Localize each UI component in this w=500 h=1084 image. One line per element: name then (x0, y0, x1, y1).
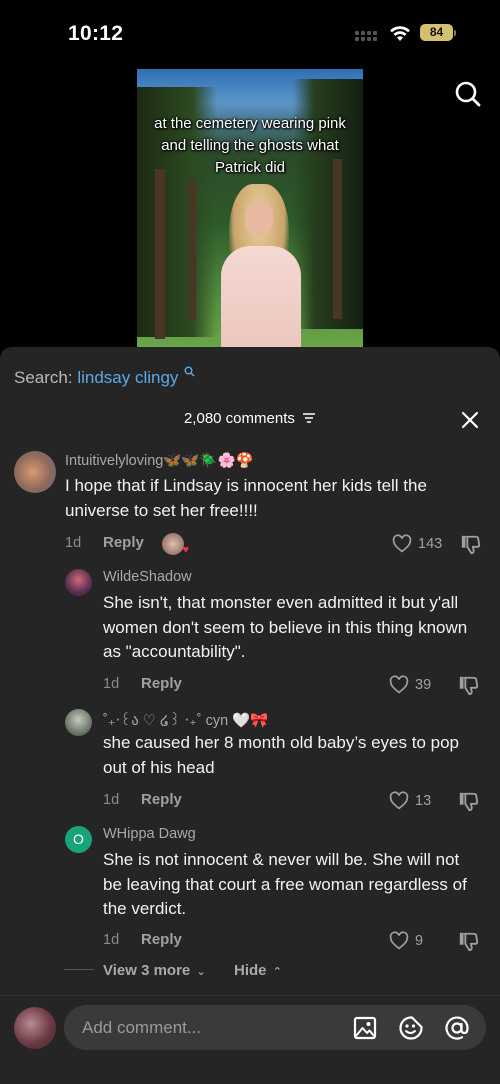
comment-text: She isn't, that monster even admitted it… (103, 593, 468, 661)
sort-icon[interactable] (302, 412, 316, 424)
reply-button[interactable]: Reply (141, 675, 182, 692)
comment-count: 2,080 comments (0, 410, 500, 427)
dislike-icon[interactable] (458, 931, 480, 953)
like-count: 13 (415, 792, 432, 809)
wifi-icon (390, 26, 410, 41)
search-small-icon (184, 366, 195, 377)
like-count: 39 (415, 676, 432, 693)
hide-replies-button[interactable]: Hide ⌃ (234, 962, 282, 979)
search-query-link[interactable]: lindsay clingy (77, 368, 178, 387)
search-suggestion[interactable]: Search: lindsay clingy (14, 366, 195, 388)
comment-text: She is not innocent & never will be. She… (103, 850, 467, 918)
video-person-dress (221, 246, 301, 348)
current-user-avatar (14, 1007, 56, 1049)
comment-age: 1d (65, 535, 82, 551)
emoji-sticker-icon[interactable] (398, 1015, 424, 1041)
reply-button[interactable]: Reply (103, 534, 144, 551)
heart-icon: ♥ (182, 544, 189, 556)
dislike-icon[interactable] (460, 534, 482, 556)
mention-icon[interactable] (444, 1015, 470, 1041)
reply-button[interactable]: Reply (141, 791, 182, 808)
cellular-signal-icon (355, 31, 381, 43)
close-icon[interactable] (460, 410, 480, 430)
replies-divider-line (64, 969, 94, 970)
heart-outline-icon (389, 931, 409, 950)
search-icon[interactable] (454, 80, 482, 108)
like-count: 9 (415, 932, 424, 949)
avatar[interactable] (65, 709, 92, 736)
view-more-label: View 3 more (103, 962, 191, 979)
comment-age: 1d (103, 792, 120, 808)
like-count: 143 (418, 535, 443, 552)
hide-label: Hide (234, 962, 267, 979)
like-button[interactable]: 143 (392, 534, 442, 553)
image-icon[interactable] (352, 1015, 378, 1041)
comment-age: 1d (103, 932, 120, 948)
comment-input[interactable] (82, 1016, 332, 1040)
like-button[interactable]: 13 (389, 791, 431, 810)
status-time: 10:12 (68, 22, 124, 45)
dislike-icon[interactable] (458, 791, 480, 813)
reply-button[interactable]: Reply (141, 931, 182, 948)
comment-username[interactable]: ˚₊‧꒰ა ♡ ໒꒱ ‧₊˚ cyn 🤍🎀 (103, 709, 268, 729)
video-tree-trunk (189, 179, 196, 319)
video-caption: at the cemetery wearing pink and telling… (154, 115, 346, 176)
comment-text: she caused her 8 month old baby’s eyes t… (103, 733, 459, 777)
comment-username[interactable]: Intuitivelyloving🦋🦋🪲🌸🍄 (65, 452, 254, 469)
heart-outline-icon (389, 791, 409, 810)
comment-username[interactable]: WHippa Dawg (103, 826, 196, 842)
input-divider (0, 995, 500, 996)
heart-outline-icon (389, 675, 409, 694)
video-person-face (245, 200, 273, 236)
search-label: Search: (14, 368, 73, 387)
avatar[interactable]: O (65, 826, 92, 853)
like-button[interactable]: 39 (389, 675, 431, 694)
view-more-replies-button[interactable]: View 3 more ⌄ (103, 962, 206, 979)
creator-liked-badge: ♥ (162, 533, 189, 556)
dislike-icon[interactable] (458, 675, 480, 697)
avatar[interactable] (65, 569, 92, 596)
comment-username[interactable]: WildeShadow (103, 569, 192, 585)
heart-outline-icon (392, 534, 412, 553)
chevron-up-icon: ⌃ (272, 966, 282, 978)
like-button[interactable]: 9 (389, 931, 423, 950)
status-bar: 10:12 84 (0, 0, 500, 66)
comment-input-bar[interactable] (64, 1005, 486, 1050)
comment-age: 1d (103, 676, 120, 692)
video-tree-trunk (333, 159, 342, 319)
video-person (207, 184, 317, 348)
chevron-down-icon: ⌄ (196, 966, 206, 978)
avatar[interactable] (14, 451, 56, 493)
comment-text: I hope that if Lindsay is innocent her k… (65, 476, 427, 520)
battery-icon: 84 (420, 24, 456, 41)
video-tree-trunk (155, 169, 165, 339)
comments-panel: Search: lindsay clingy 2,080 comments In… (0, 347, 500, 1084)
comment-count-label: 2,080 comments (183, 410, 295, 427)
video-player[interactable]: at the cemetery wearing pink and telling… (137, 69, 363, 348)
